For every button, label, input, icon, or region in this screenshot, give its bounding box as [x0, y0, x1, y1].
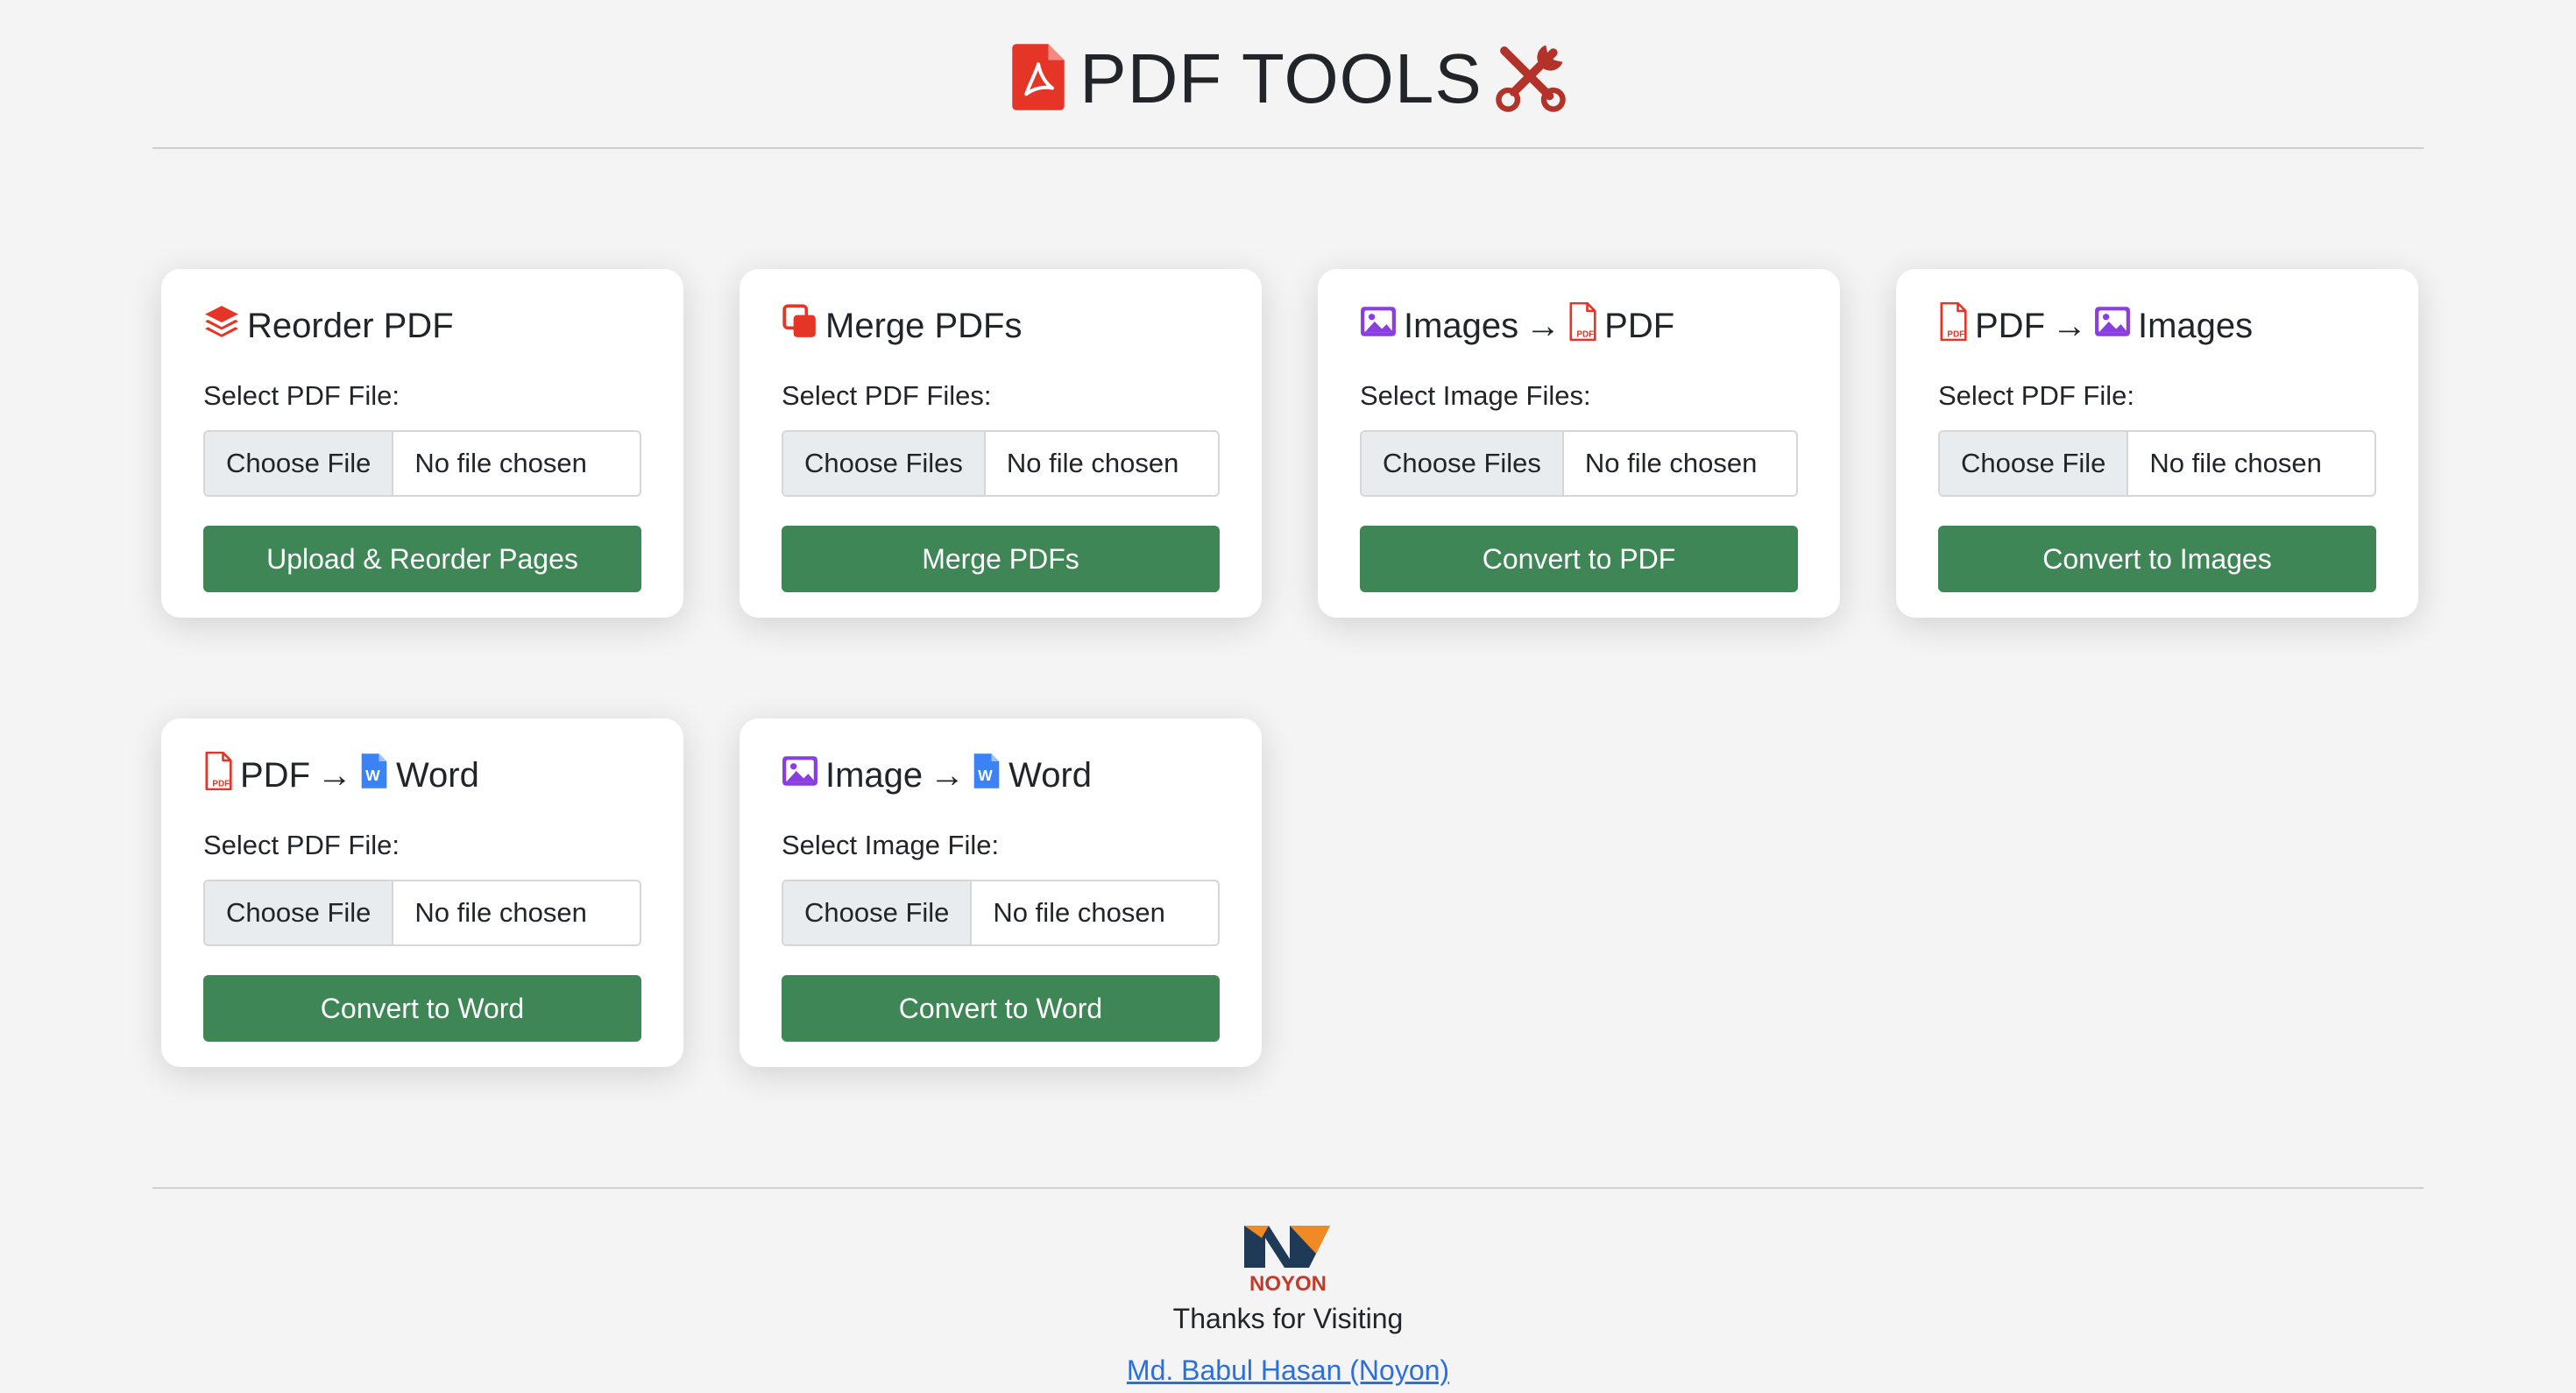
image-icon — [2094, 306, 2131, 346]
card-title-text: Reorder PDF — [247, 306, 454, 345]
file-label: Select Image Files: — [1360, 380, 1591, 411]
file-input[interactable]: Choose File No file chosen — [203, 430, 641, 497]
page-header: PDF TOOLS — [0, 0, 2576, 149]
card-title-to: Word — [396, 755, 479, 795]
file-label: Select PDF File: — [1938, 380, 2134, 411]
noyon-logo: NOYON — [1235, 1219, 1341, 1298]
author-link[interactable]: Md. Babul Hasan (Noyon) — [1127, 1354, 1449, 1386]
card-title-text: Merge PDFs — [825, 306, 1023, 345]
file-label: Select PDF File: — [203, 380, 400, 411]
file-input[interactable]: Choose File No file chosen — [782, 880, 1220, 946]
convert-to-word-button[interactable]: Convert to Word — [203, 975, 641, 1042]
word-icon — [359, 752, 389, 799]
card-title-to: PDF — [1604, 306, 1675, 345]
page-title: PDF TOOLS — [1079, 39, 1483, 117]
layers-icon — [203, 303, 240, 349]
card-title: Images → PDF — [1360, 304, 1674, 348]
card-title: Image → Word — [782, 753, 1092, 797]
card-images-to-pdf: Images → PDF Select Image Files: Choose … — [1318, 269, 1840, 618]
file-status: No file chosen — [414, 897, 587, 928]
choose-file-button[interactable]: Choose File — [205, 881, 394, 944]
file-label: Select Image File: — [782, 830, 1000, 860]
card-title: Reorder PDF — [203, 304, 454, 348]
card-reorder-pdf: Reorder PDF Select PDF File: Choose File… — [161, 269, 683, 618]
arrow-icon: → — [317, 755, 352, 795]
header-divider — [152, 147, 2424, 149]
card-title-from: Images — [1404, 306, 1519, 345]
card-image-to-word: Image → Word Select Image File: Choose F… — [740, 718, 1262, 1067]
arrow-icon: → — [930, 755, 966, 795]
card-title-to: Word — [1008, 755, 1093, 795]
card-pdf-to-word: PDF → Word Select PDF File: Choose File … — [161, 718, 683, 1067]
title-bar: PDF TOOLS — [0, 35, 2576, 123]
card-title-from: Image — [825, 755, 924, 795]
merge-icon — [782, 303, 818, 349]
pdf-icon — [1568, 302, 1597, 350]
image-icon — [1360, 306, 1397, 346]
card-title-from: PDF — [1975, 306, 2045, 345]
card-title-from: PDF — [240, 755, 310, 795]
thanks-text: Thanks for Visiting — [1172, 1303, 1404, 1334]
pdf-icon — [1008, 42, 1069, 117]
pdf-icon — [1938, 302, 1968, 350]
word-icon — [972, 752, 1001, 799]
choose-file-button[interactable]: Choose File — [205, 432, 394, 495]
image-icon — [782, 755, 818, 795]
file-status: No file chosen — [1006, 448, 1179, 478]
choose-files-button[interactable]: Choose Files — [783, 432, 986, 495]
arrow-icon: → — [1525, 306, 1561, 345]
merge-button[interactable]: Merge PDFs — [782, 526, 1220, 592]
file-input[interactable]: Choose Files No file chosen — [782, 430, 1220, 497]
convert-to-word-button[interactable]: Convert to Word — [782, 975, 1220, 1042]
author: Md. Babul Hasan (Noyon) — [0, 1348, 2576, 1392]
file-input[interactable]: Choose File No file chosen — [1938, 430, 2376, 497]
file-status: No file chosen — [414, 448, 587, 478]
choose-file-button[interactable]: Choose File — [783, 881, 973, 944]
file-label: Select PDF Files: — [782, 380, 992, 411]
footer-divider — [152, 1187, 2424, 1189]
choose-files-button[interactable]: Choose Files — [1362, 432, 1564, 495]
convert-to-pdf-button[interactable]: Convert to PDF — [1360, 526, 1798, 592]
card-title: PDF → Word — [203, 753, 479, 797]
page-footer: NOYON Thanks for Visiting Md. Babul Hasa… — [0, 1187, 2576, 1393]
logo-text: NOYON — [1249, 1272, 1327, 1296]
file-status: No file chosen — [2149, 448, 2322, 478]
card-pdf-to-images: PDF → Images Select PDF File: Choose Fil… — [1896, 269, 2418, 618]
card-title: PDF → Images — [1938, 304, 2253, 348]
convert-to-images-button[interactable]: Convert to Images — [1938, 526, 2376, 592]
file-label: Select PDF File: — [203, 830, 400, 860]
file-status: No file chosen — [993, 897, 1165, 928]
file-input[interactable]: Choose Files No file chosen — [1360, 430, 1798, 497]
file-input[interactable]: Choose File No file chosen — [203, 880, 641, 946]
pdf-icon — [203, 752, 233, 799]
choose-file-button[interactable]: Choose File — [1940, 432, 2129, 495]
card-title-to: Images — [2138, 306, 2254, 345]
arrow-icon: → — [2052, 306, 2087, 345]
card-merge-pdfs: Merge PDFs Select PDF Files: Choose File… — [740, 269, 1262, 618]
file-status: No file chosen — [1584, 448, 1758, 478]
card-title: Merge PDFs — [782, 304, 1023, 348]
tools-icon — [1493, 39, 1568, 119]
reorder-button[interactable]: Upload & Reorder Pages — [203, 526, 641, 592]
